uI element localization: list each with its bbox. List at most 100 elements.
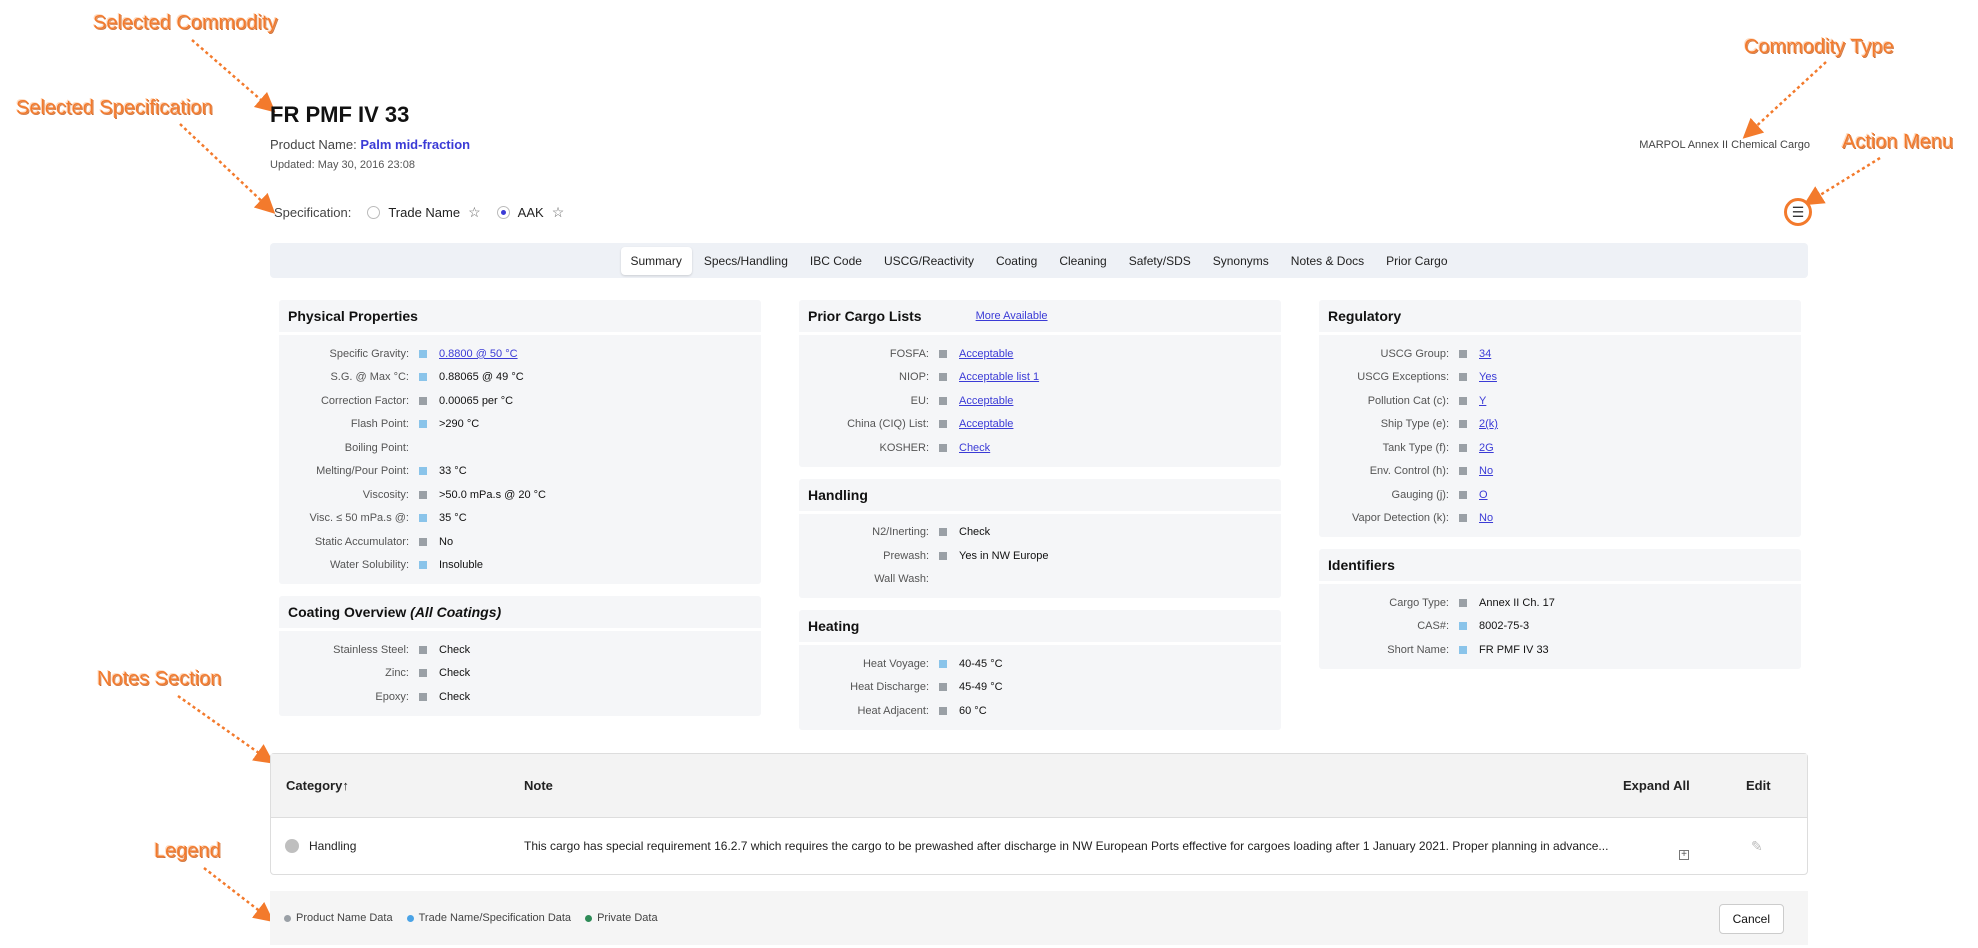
source-indicator-icon <box>1459 598 1467 607</box>
property-value: Check <box>959 526 991 539</box>
property-label: CAS#: <box>1417 620 1449 633</box>
property-value-link[interactable]: 2G <box>1479 442 1494 454</box>
property-value: No <box>439 535 454 548</box>
property-label: USCG Exceptions: <box>1357 371 1449 384</box>
panel-title: Handling <box>799 478 1281 511</box>
property-value-link[interactable]: 0.8800 @ 50 °C <box>439 348 518 360</box>
property-value: 0.00065 per °C <box>439 394 514 407</box>
expand-note-icon[interactable]: + <box>1679 850 1689 860</box>
property-row: Ship Type (e): 2(k) <box>1319 413 1801 437</box>
panel-body: Cargo Type: Annex II Ch. 17 CAS#: 8002-75-3… <box>1319 584 1801 669</box>
specification-selector: Specification: Trade Name ☆ AAK ☆ <box>274 204 564 221</box>
property-value-link[interactable]: 34 <box>1479 348 1491 360</box>
tab-safety-sds[interactable]: Safety/SDS <box>1119 247 1201 275</box>
property-row: Correction Factor: 0.00065 per °C <box>279 389 761 413</box>
property-label: Static Accumulator: <box>314 535 409 548</box>
property-label: KOSHER: <box>879 441 929 454</box>
category-column-header[interactable]: Category↑ <box>286 778 349 793</box>
spec-option-trade-name[interactable]: Trade Name ☆ <box>367 204 481 221</box>
tab-summary[interactable]: Summary <box>620 246 692 275</box>
action-menu-button[interactable]: ☰ <box>1784 198 1812 226</box>
property-value-link[interactable]: Acceptable <box>959 418 1013 430</box>
radio-trade-name[interactable] <box>367 206 381 219</box>
source-indicator-icon <box>939 575 947 583</box>
property-value-link[interactable]: Check <box>959 442 990 454</box>
property-label: S.G. @ Max °C: <box>330 371 409 384</box>
property-value-link[interactable]: No <box>1479 465 1493 477</box>
property-value-link[interactable]: Acceptable <box>959 395 1013 407</box>
property-row: Specific Gravity: 0.8800 @ 50 °C <box>279 342 761 366</box>
property-label: N2/Inerting: <box>872 526 929 539</box>
property-row: Zinc: Check <box>279 662 761 686</box>
property-value-link[interactable]: Acceptable list 1 <box>959 371 1039 383</box>
property-row: USCG Exceptions: Yes <box>1319 366 1801 390</box>
property-row: USCG Group: 34 <box>1319 342 1801 366</box>
cancel-button[interactable]: Cancel <box>1718 904 1784 934</box>
spec-option-aak[interactable]: AAK ☆ <box>496 204 565 221</box>
property-label: Viscosity: <box>362 488 409 501</box>
tab-coating[interactable]: Coating <box>986 247 1047 275</box>
table-row: Handling This cargo has special requirem… <box>271 818 1807 874</box>
property-value-link[interactable]: Y <box>1479 395 1486 407</box>
commodity-type: MARPOL Annex II Chemical Cargo <box>1639 139 1810 151</box>
edit-icon[interactable]: ✎ <box>1751 838 1763 855</box>
source-indicator-icon <box>939 349 947 358</box>
prior-cargo-panel: Prior Cargo Lists More Available FOSFA: A… <box>799 300 1281 467</box>
tab-notes-docs[interactable]: Notes & Docs <box>1281 247 1374 275</box>
source-indicator-icon <box>939 420 947 429</box>
expand-all-button[interactable]: Expand All <box>1623 778 1690 793</box>
source-indicator-icon <box>1459 373 1467 382</box>
property-value-link[interactable]: O <box>1479 489 1488 501</box>
tab-ibc-code[interactable]: IBC Code <box>800 247 872 275</box>
tab-prior-cargo[interactable]: Prior Cargo <box>1376 247 1457 275</box>
property-label: China (CIQ) List: <box>847 418 929 431</box>
property-row: S.G. @ Max °C: 0.88065 @ 49 °C <box>279 366 761 390</box>
tab-specs-handling[interactable]: Specs/Handling <box>694 247 798 275</box>
annotation-selected-specification: Selected Specification <box>16 97 213 119</box>
tab-cleaning[interactable]: Cleaning <box>1049 247 1116 275</box>
tab-synonyms[interactable]: Synonyms <box>1203 247 1279 275</box>
source-indicator-icon <box>419 349 427 358</box>
legend-dot-icon <box>284 914 291 922</box>
property-label: Specific Gravity: <box>329 347 409 360</box>
source-indicator-icon <box>939 706 947 715</box>
radio-aak[interactable] <box>496 206 510 219</box>
property-label: Epoxy: <box>375 690 409 703</box>
property-label: USCG Group: <box>1380 347 1449 360</box>
legend-label: Trade Name/Specification Data <box>418 912 572 924</box>
source-indicator-icon <box>419 692 427 701</box>
source-indicator-icon <box>419 373 427 382</box>
property-label: Heat Discharge: <box>850 681 929 694</box>
panel-title: Physical Properties <box>279 300 761 332</box>
regulatory-panel: Regulatory USCG Group: 34 USCG Exceptions:… <box>1319 300 1801 537</box>
panel-body: Specific Gravity: 0.8800 @ 50 °C S.G. @ Ma… <box>279 335 761 584</box>
annotation-notes-section: Notes Section <box>97 668 222 690</box>
tab-uscg-reactivity[interactable]: USCG/Reactivity <box>874 247 984 275</box>
property-value: Annex II Ch. 17 <box>1479 596 1555 609</box>
source-indicator-icon <box>939 373 947 382</box>
property-value-link[interactable]: No <box>1479 512 1493 524</box>
more-available-link[interactable]: More Available <box>976 310 1048 322</box>
property-row: Short Name: FR PMF IV 33 <box>1319 638 1801 662</box>
star-icon[interactable]: ☆ <box>468 204 481 221</box>
source-indicator-icon <box>1459 514 1467 523</box>
tab-bar: Summary Specs/Handling IBC Code USCG/Rea… <box>270 243 1808 278</box>
panel-body: Heat Voyage: 40-45 °C Heat Discharge: 45-49… <box>799 645 1281 730</box>
property-value-link[interactable]: Acceptable <box>959 348 1013 360</box>
source-indicator-icon <box>419 514 427 523</box>
star-icon[interactable]: ☆ <box>552 204 565 221</box>
property-row: China (CIQ) List: Acceptable <box>799 413 1281 437</box>
property-row: Vapor Detection (k): No <box>1319 507 1801 531</box>
source-indicator-icon <box>419 420 427 429</box>
property-value-link[interactable]: 2(k) <box>1479 418 1498 430</box>
product-name-link[interactable]: Palm mid-fraction <box>360 137 470 152</box>
property-row: CAS#: 8002-75-3 <box>1319 615 1801 639</box>
property-value-link[interactable]: Yes <box>1479 371 1497 383</box>
property-value: 40-45 °C <box>959 657 1003 670</box>
property-value: 45-49 °C <box>959 681 1003 694</box>
source-indicator-icon <box>1459 420 1467 429</box>
property-label: Env. Control (h): <box>1369 465 1449 478</box>
property-row: Wall Wash: <box>799 568 1281 592</box>
source-indicator-icon <box>1459 622 1467 631</box>
property-value: 0.88065 @ 49 °C <box>439 371 524 384</box>
